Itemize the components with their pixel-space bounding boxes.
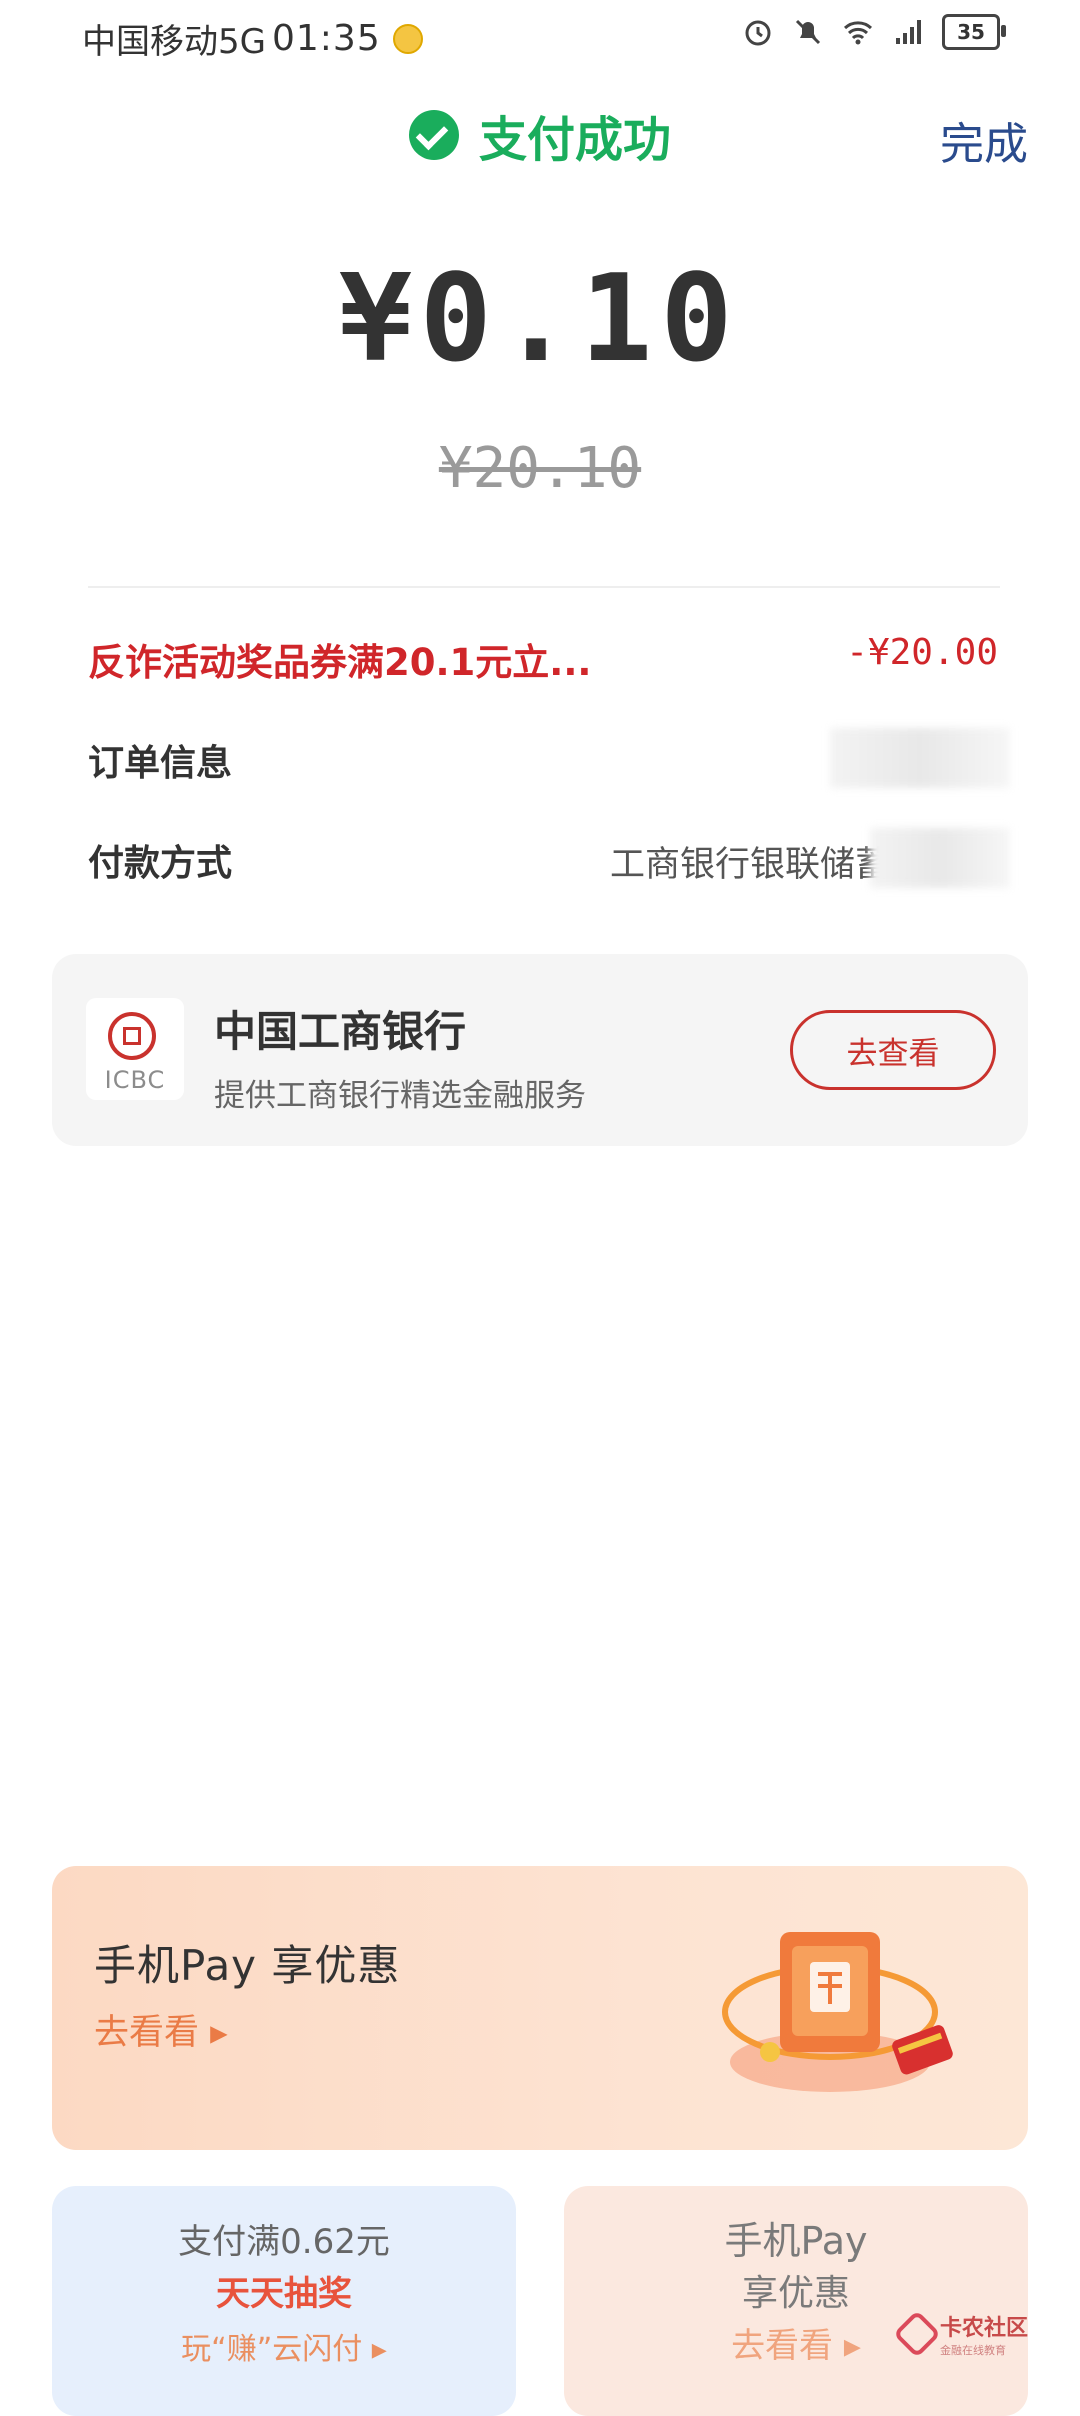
payment-status-header: 支付成功	[0, 100, 1080, 170]
discount-value: -¥20.00	[846, 632, 998, 673]
page-title: 支付成功	[478, 112, 671, 168]
order-info-label: 订单信息	[88, 743, 233, 784]
mute-bell-icon	[795, 19, 821, 45]
view-bank-button[interactable]: 去查看	[790, 1010, 996, 1090]
divider	[88, 586, 1000, 588]
watermark-main-text: 卡农社区	[940, 2316, 1029, 2341]
gift-box-icon	[722, 1932, 953, 2092]
order-info-value-redacted[interactable]	[830, 728, 1010, 788]
alarm-icon	[745, 20, 771, 46]
bank-name: 中国工商银行	[214, 1007, 467, 1056]
cellular-signal-icon	[896, 20, 921, 44]
promo-mobile-pay-line1: 手机Pay	[724, 2219, 868, 2263]
done-button[interactable]: 完成	[940, 108, 1028, 172]
watermark: 卡农社区 金融在线教育	[892, 2309, 1029, 2359]
payment-method-redacted	[870, 828, 1010, 888]
paid-amount: ¥0.10	[339, 250, 741, 389]
promo-lottery-line1: 支付满0.62元	[178, 2222, 390, 2262]
promo-banner-link[interactable]: 去看看 ▸	[94, 2004, 228, 2055]
status-bar-right: 35	[742, 14, 1006, 50]
watermark-sub-text: 金融在线教育	[940, 2344, 1006, 2357]
bank-description: 提供工商银行精选金融服务	[214, 1078, 586, 1114]
promo-lottery-link[interactable]: 玩“赚”云闪付 ▸	[52, 2324, 516, 2368]
notification-coin-icon	[392, 23, 423, 54]
carrier-label: 中国移动5G	[82, 22, 266, 62]
promo-mobile-pay-line2: 享优惠	[741, 2273, 850, 2314]
icbc-logo-text: ICBC	[104, 1066, 166, 1094]
status-bar-left: 中国移动5G 01:35	[82, 14, 423, 63]
payment-method-label: 付款方式	[88, 843, 233, 884]
icbc-emblem-icon	[108, 1012, 156, 1060]
promo-lottery-line2: 天天抽奖	[216, 2274, 352, 2314]
battery-icon: 35	[942, 14, 1006, 50]
success-check-icon	[408, 110, 459, 160]
original-amount: ¥20.10	[438, 436, 642, 501]
status-time: 01:35	[271, 18, 381, 59]
discount-label[interactable]: 反诈活动奖品券满20.1元立...	[88, 632, 591, 686]
wifi-icon	[843, 21, 873, 45]
promo-banner-title: 手机Pay 享优惠	[94, 1941, 401, 1990]
watermark-logo-icon	[892, 2309, 942, 2359]
